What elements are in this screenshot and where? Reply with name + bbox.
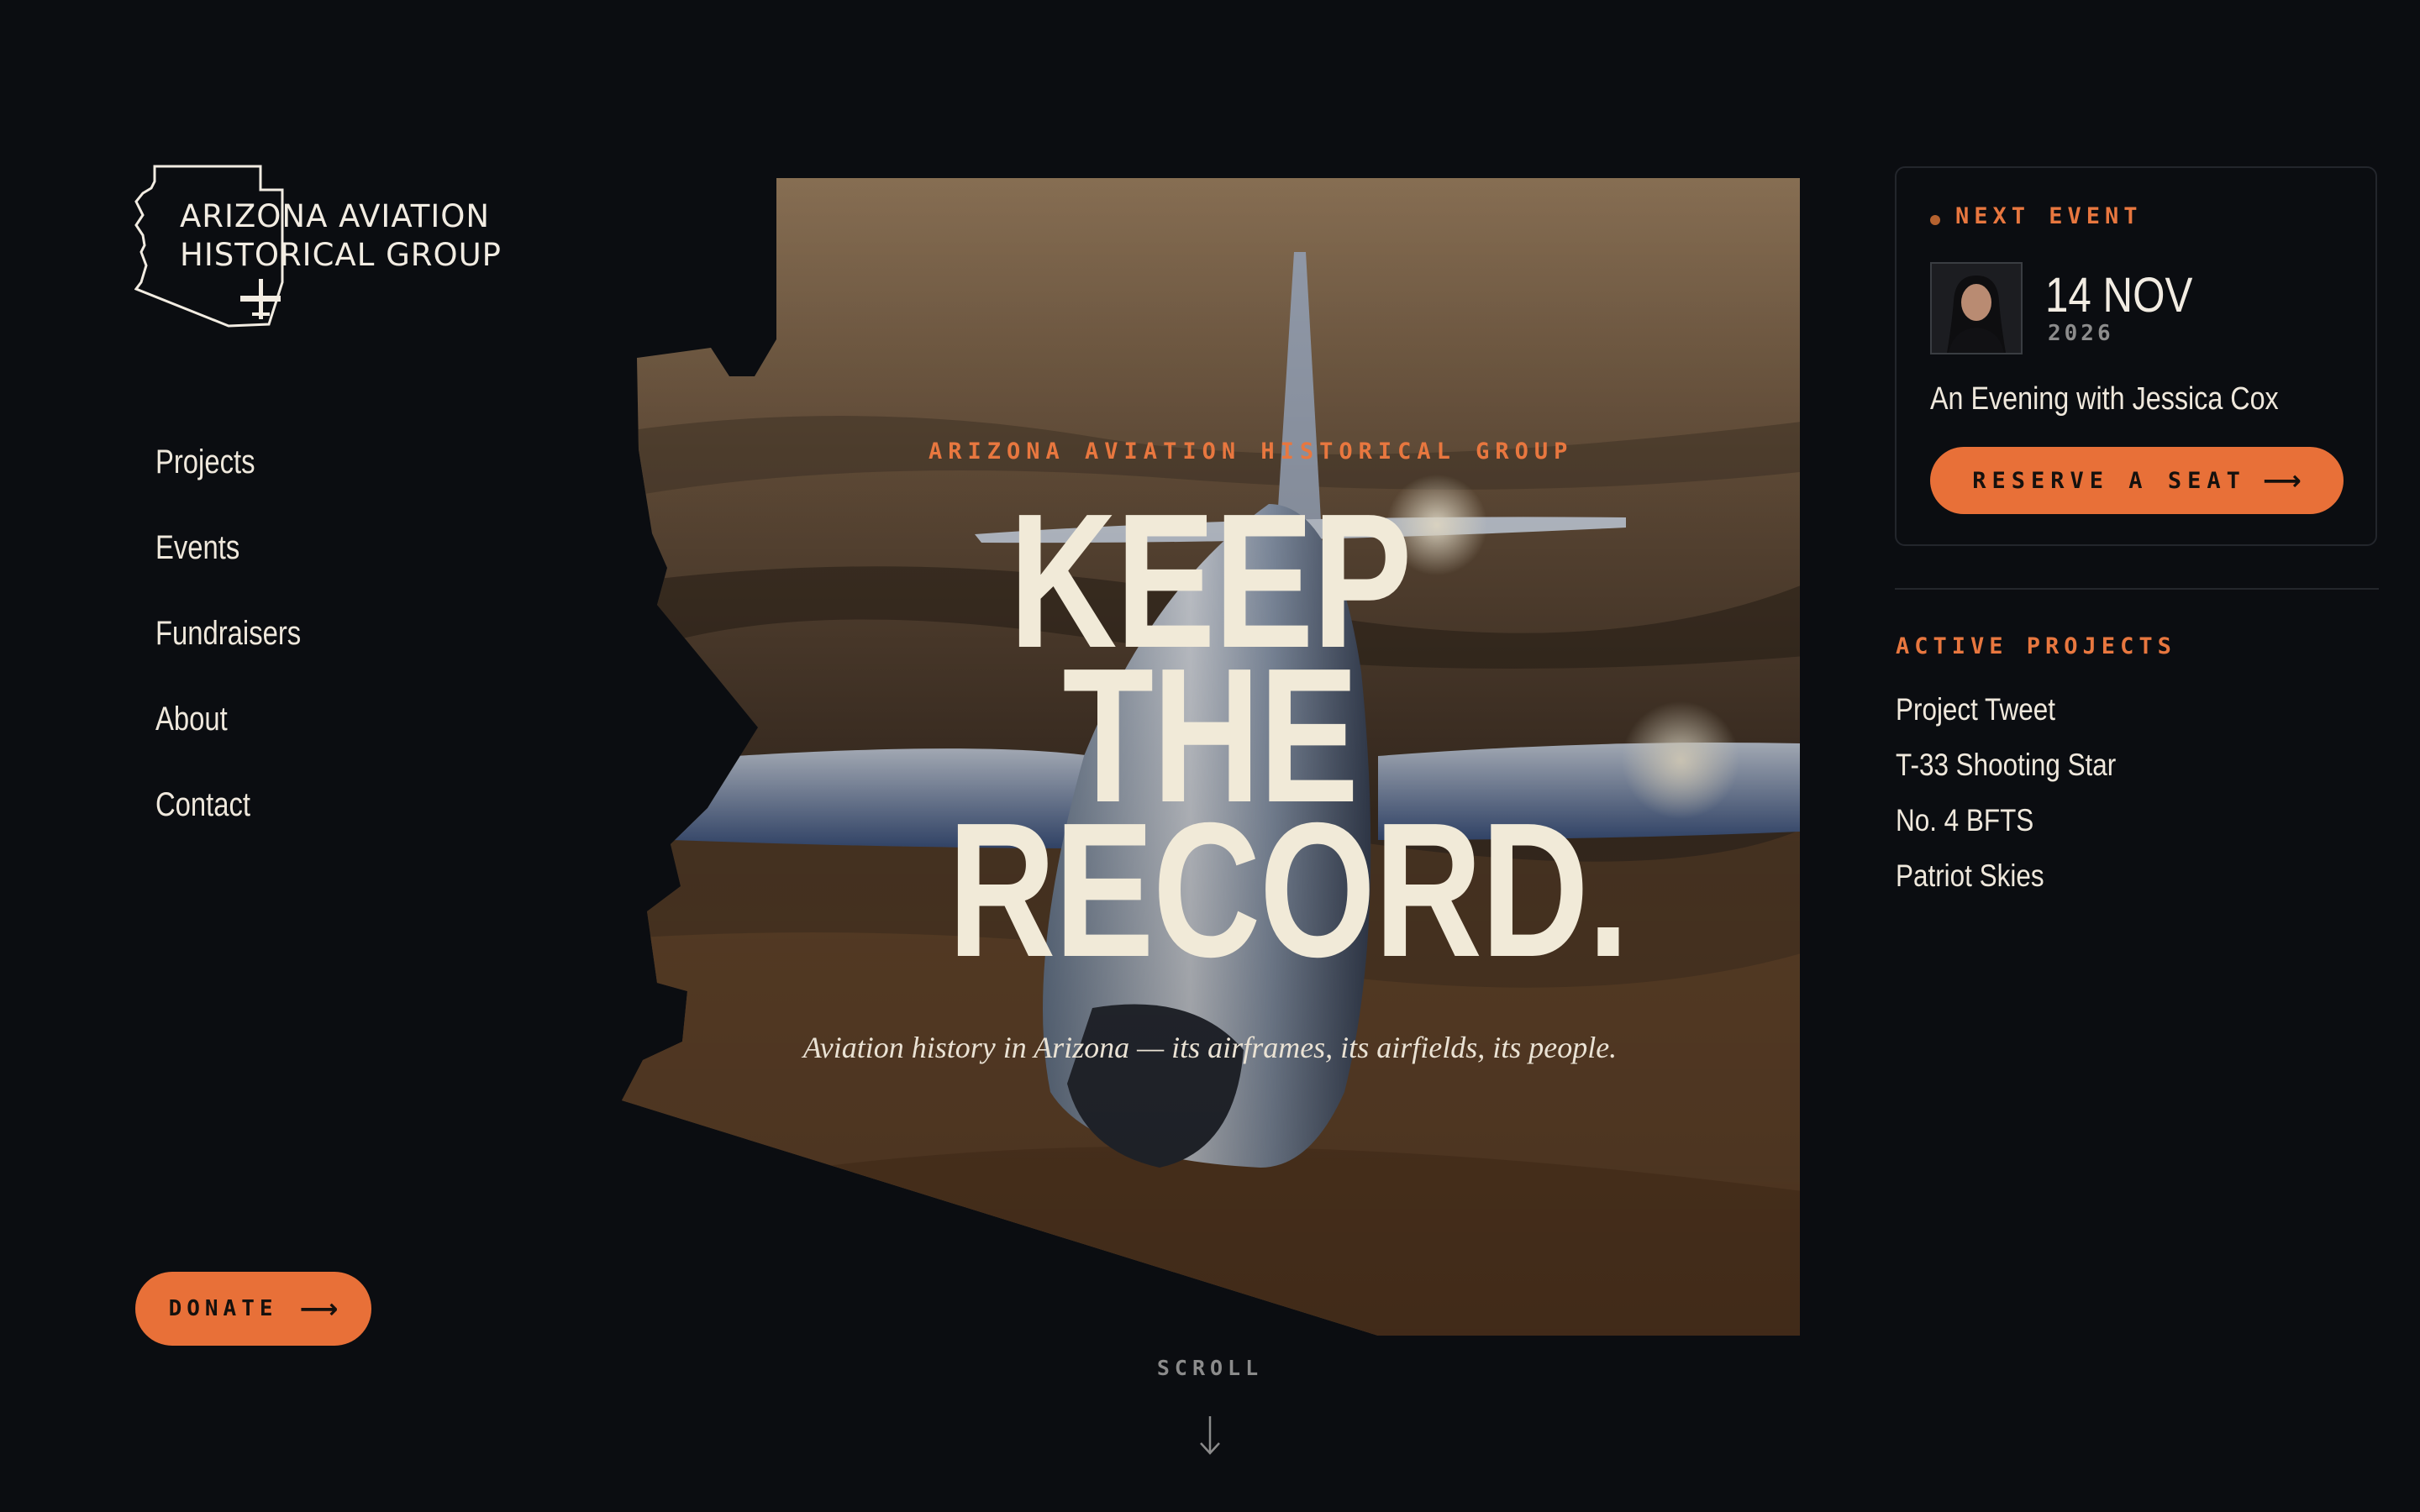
- donate-label: DONATE: [168, 1296, 278, 1321]
- scroll-label[interactable]: SCROLL: [1126, 1356, 1294, 1380]
- project-link-t33-shooting-star[interactable]: T-33 Shooting Star: [1896, 744, 2116, 800]
- speaker-avatar: [1930, 262, 2023, 354]
- nav-item-events[interactable]: Events: [155, 522, 301, 608]
- nav-item-about[interactable]: About: [155, 694, 301, 780]
- hero-kicker: ARIZONA AVIATION HISTORICAL GROUP: [929, 438, 1574, 465]
- reserve-seat-button[interactable]: RESERVE A SEAT ⟶: [1930, 447, 2344, 514]
- donate-button[interactable]: DONATE ⟶: [135, 1272, 371, 1346]
- main-nav: Projects Events Fundraisers About Contac…: [155, 437, 333, 865]
- project-link-project-tweet[interactable]: Project Tweet: [1896, 689, 2116, 744]
- page: ARIZONA AVIATION HISTORICAL GROUP Projec…: [0, 0, 2420, 1512]
- nav-item-fundraisers[interactable]: Fundraisers: [155, 608, 301, 694]
- sidebar-divider: [1895, 588, 2379, 590]
- active-projects-list: Project Tweet T-33 Shooting Star No. 4 B…: [1896, 689, 2155, 911]
- headline-line-3: RECORD.: [948, 784, 1629, 997]
- next-event-card: NEXT EVENT 14 NOV 2026 An Evening with J…: [1895, 166, 2377, 546]
- site-logo[interactable]: ARIZONA AVIATION HISTORICAL GROUP: [134, 165, 501, 331]
- arrow-right-icon: ⟶: [2262, 465, 2302, 496]
- active-projects-heading: ACTIVE PROJECTS: [1896, 633, 2176, 659]
- arrow-right-icon: ⟶: [299, 1293, 339, 1325]
- event-label: NEXT EVENT: [1955, 203, 2143, 229]
- arrow-down-icon[interactable]: [1197, 1415, 1223, 1457]
- hero-headline: KEEP THE RECORD.: [874, 486, 1629, 997]
- project-link-patriot-skies[interactable]: Patriot Skies: [1896, 855, 2116, 911]
- project-link-no4-bfts[interactable]: No. 4 BFTS: [1896, 800, 2116, 855]
- logo-text-line-2: HISTORICAL GROUP: [180, 237, 502, 273]
- event-indicator-dot: [1930, 215, 1940, 225]
- nav-item-contact[interactable]: Contact: [155, 780, 301, 865]
- hero-tagline: Aviation history in Arizona — its airfra…: [802, 1031, 1618, 1064]
- event-year: 2026: [2048, 321, 2114, 346]
- event-date: 14 NOV: [2045, 268, 2193, 323]
- nav-item-projects[interactable]: Projects: [155, 437, 301, 522]
- event-title[interactable]: An Evening with Jessica Cox: [1930, 381, 2279, 417]
- logo-text-line-1: ARIZONA AVIATION: [180, 198, 491, 234]
- reserve-seat-label: RESERVE A SEAT: [1972, 467, 2246, 494]
